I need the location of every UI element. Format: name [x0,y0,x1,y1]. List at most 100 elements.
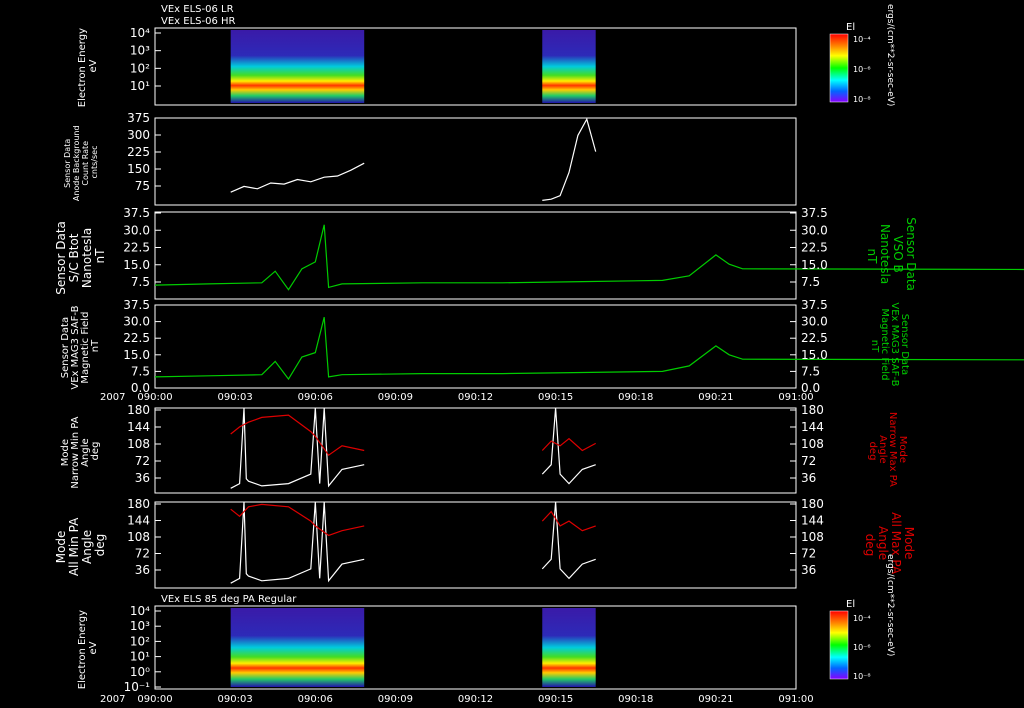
series-line [230,501,365,584]
y-tick-label: 36 [135,471,150,485]
y-tick-label: 10³ [130,44,150,58]
panel-frame [154,304,797,389]
y-tick-label: 108 [127,437,150,451]
y-tick-label: 150 [127,162,150,176]
y-tick-label: 300 [127,128,150,142]
panel-electron-energy-bottom: 10⁴10³10² 10¹10⁰10⁻¹ Electron Energy eV [77,604,797,694]
x-axis-labels-bottom: 090:00 090:03 090:06 090:09 090:12 090:15 090:… [137,694,813,705]
y-axis-label: Sensor Data S/C Btot Nanotesla nT [54,217,107,294]
spectrogram-data [230,608,596,687]
y2-tick-label: 144 [801,420,824,434]
y2-tick-label: 108 [801,437,824,451]
x-tick-label: 090:21 [698,694,733,705]
colorbar-gradient [829,610,849,680]
y-tick-label: 75 [135,179,150,193]
y2-tick-label: 30.0 [801,223,828,237]
colorbar-units: ergs/(cm**2-sr-sec-eV) [885,554,895,656]
x-axis-labels-mid: 090:00 090:03 090:06 090:09 090:12 090:15 090:… [137,392,813,403]
x-tick-label: 090:09 [378,392,413,403]
y-tick-label: 10² [130,61,150,75]
y-axis-label: Sensor Data Anode Background Count Rate … [63,123,99,201]
series-line [541,437,596,452]
y-tick-label: 37.5 [123,206,150,220]
x-tick-label: 090:18 [618,392,653,403]
panel-btot: 37.5 37.5 30.0 30.0 22.5 22.5 15.0 15.0 7.5 7.5 S… [54,206,1024,300]
panel-mag3: 37.5 37.530.0 30.022.5 22.515.0 15.07.5 7.50.… [60,298,1024,395]
series-line [230,414,365,457]
y-tick-label: 37.5 [123,298,150,312]
y-tick-label: 10³ [130,619,150,633]
colorbar-units: ergs/(cm**2-sr-sec-eV) [885,4,895,106]
y-tick-label: 15.0 [123,258,150,272]
y-tick-label: 10⁴ [130,26,150,40]
series-line [541,501,596,580]
header-line-2: VEx ELS-06 HR [161,16,236,27]
x-tick-label: 090:00 [137,694,172,705]
y2-tick-label: 37.5 [801,298,828,312]
y2-tick-label: 180 [801,403,824,417]
x-tick-label: 091:00 [778,392,813,403]
header-line-1: VEx ELS-06 LR [161,4,234,15]
y2-tick-label: 15.0 [801,258,828,272]
series-line [542,117,597,201]
y-tick-label: 30.0 [123,223,150,237]
y-tick-label: 7.5 [131,364,150,378]
y-tick-label: 144 [127,514,150,528]
colorbar-label: 10⁻⁶ [853,65,871,74]
y-axis-label: Sensor Data VEx MAG3 SAF-B Magnetic Fiel… [60,302,101,389]
colorbar-label: 10⁻⁴ [853,614,871,623]
spectrogram-block [230,30,365,103]
y-tick-label: 10¹ [130,79,150,93]
colorbar-label: 10⁻⁶ [853,643,871,652]
colorbar-gradient [829,33,849,103]
series-line [541,510,596,532]
y2-tick-label: 72 [801,547,816,561]
colorbar-title: El [846,599,855,610]
y2-tick-label: 108 [801,530,824,544]
year-label-bottom: 2007 [100,694,125,705]
y2-axis-label: Sensor Data VEx MAG3 SAF-B Magnetic Fiel… [869,302,910,389]
y-tick-label: 108 [127,530,150,544]
x-tick-label: 090:15 [538,694,573,705]
x-tick-label: 090:18 [618,694,653,705]
y-tick-label: 22.5 [123,241,150,255]
series-lines [230,501,596,584]
y-tick-label: 30.0 [123,315,150,329]
x-tick-label: 090:21 [698,392,733,403]
y2-tick-label: 37.5 [801,206,828,220]
y2-tick-label: 22.5 [801,241,828,255]
plot-figure: VEx ELS-06 LR VEx ELS-06 HR VEx ELS 85 d… [54,4,1024,705]
y2-tick-label: 144 [801,514,824,528]
y-axis-ticks: 375 300 225 150 75 [127,111,161,193]
x-tick-label: 090:03 [218,392,253,403]
y-axis-label: Mode All Min PA Angle deg [54,514,107,576]
x-tick-label: 090:09 [378,694,413,705]
y-axis-ticks: 180 180 144 144 108 108 72 72 36 36 [127,403,824,485]
x-tick-label: 090:06 [298,392,333,403]
colorbar-title: El [846,22,855,33]
y-tick-label: 72 [135,547,150,561]
y2-tick-label: 15.0 [801,348,828,362]
y-axis-label: Mode Narrow Min PA Angle deg [60,413,101,488]
series-line [230,407,365,489]
y-tick-label: 10⁻¹ [124,680,151,694]
x-tick-label: 090:03 [218,694,253,705]
panel-all-pa: 180 180 144 144 108 108 72 72 36 36 Mode All Min … [54,497,916,589]
y-tick-label: 72 [135,454,150,468]
y2-tick-label: 7.5 [801,364,820,378]
y-tick-label: 7.5 [131,275,150,289]
series-lines [230,407,596,489]
x-tick-label: 090:06 [298,694,333,705]
x-tick-label: 090:15 [538,392,573,403]
y-tick-label: 10² [130,634,150,648]
panel-count-rate: 375 300 225 150 75 Sensor Data Anode Backgro… [63,111,797,206]
y-tick-label: 15.0 [123,348,150,362]
spectrogram-block [230,608,365,687]
y-tick-label: 10⁴ [130,604,150,618]
panel-electron-energy-top: 10⁴ 10³ 10² 10¹ Electron Energy eV [77,26,797,107]
series-lines [230,117,597,201]
panel-narrow-pa: 180 180 144 144 108 108 72 72 36 36 Mode Narrow M… [60,403,908,494]
y-tick-label: 375 [127,111,150,125]
spectrogram-block [542,608,596,687]
y-tick-label: 225 [127,145,150,159]
